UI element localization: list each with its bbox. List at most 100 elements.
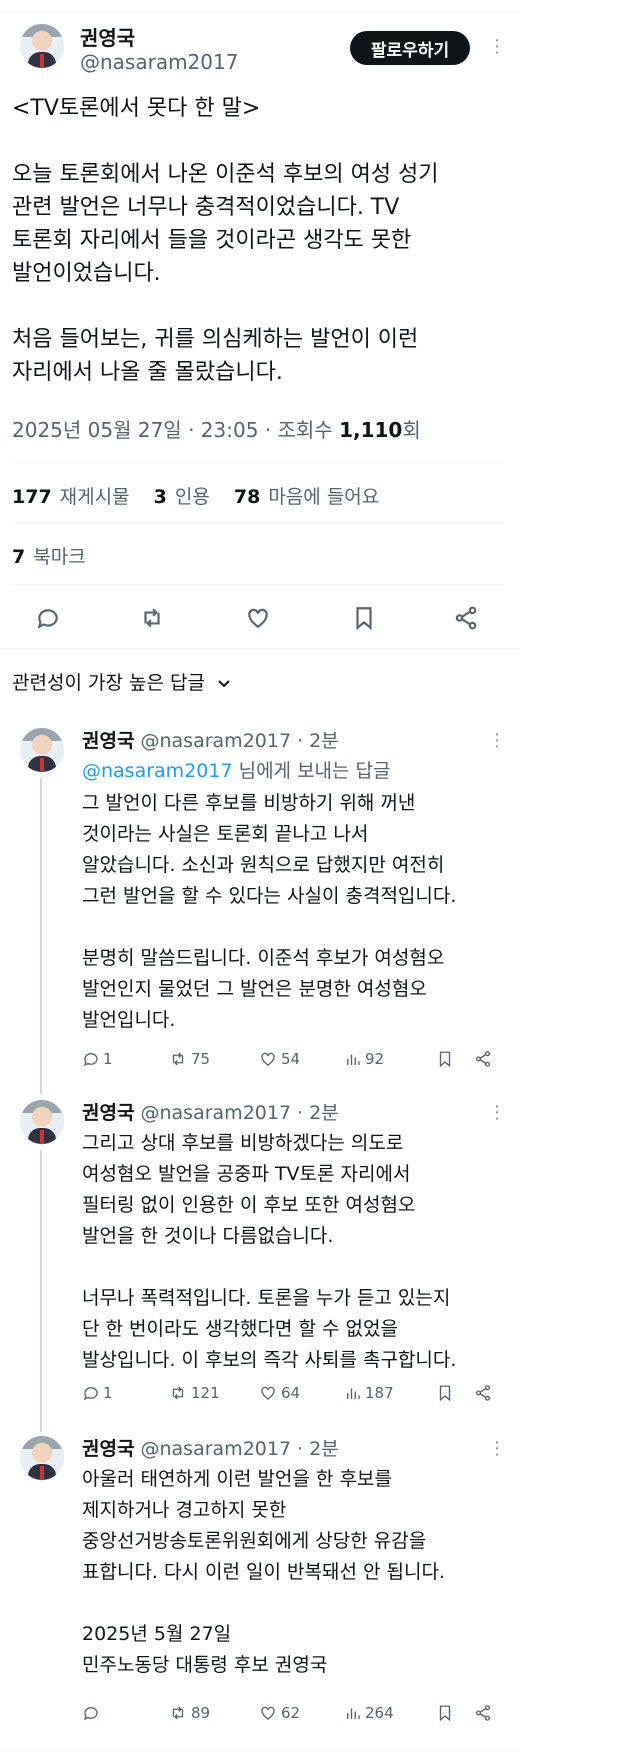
likes-count: 78 — [233, 486, 261, 508]
reply-text: 그 발언이 다른 후보를 비방하기 위해 꺼낸 것이라는 사실은 토론회 끝나고… — [82, 792, 457, 1031]
reply-author-name[interactable]: 권영국 — [82, 1438, 134, 1460]
replying-to: @nasaram2017 님에게 보내는 답글 — [82, 756, 391, 783]
thread-connector — [40, 778, 42, 1094]
views-count: 187 — [365, 1384, 394, 1402]
heart-icon[interactable] — [244, 604, 272, 632]
view-suffix: 회 — [402, 418, 421, 442]
divider — [12, 522, 504, 523]
retweets-stat[interactable]: 177 재게시물 — [12, 486, 130, 508]
reply-action[interactable] — [82, 1704, 103, 1722]
author-handle[interactable]: @nasaram2017 — [80, 50, 238, 74]
analytics-icon — [347, 1054, 360, 1065]
reply-icon[interactable] — [34, 604, 62, 632]
author-avatar[interactable] — [20, 24, 64, 68]
likes-label: 마음에 들어요 — [268, 486, 380, 508]
retweet-icon — [172, 1706, 184, 1720]
engagement-stats: 177 재게시물 3 인용 78 마음에 들어요 — [12, 482, 379, 509]
heart-icon — [261, 1706, 275, 1720]
quotes-count: 3 — [153, 486, 167, 508]
more-options-icon[interactable]: ⋮ — [488, 732, 506, 750]
retweet-icon — [172, 1052, 184, 1066]
view-count: 1,110 — [339, 418, 403, 442]
retweet-action[interactable]: 121 — [168, 1384, 220, 1402]
views-action[interactable]: 92 — [344, 1050, 384, 1068]
replying-to-link[interactable]: @nasaram2017 — [82, 760, 233, 782]
reply-avatar[interactable] — [20, 1100, 64, 1144]
top-divider — [0, 0, 520, 13]
reply-header: 권영국 @nasaram2017 · 2분 — [82, 726, 339, 753]
tweet-column: 권영국 @nasaram2017 팔로우하기 ⋮ <TV토론에서 못다 한 말>… — [0, 0, 520, 1758]
like-action[interactable]: 62 — [258, 1704, 300, 1722]
follow-button[interactable]: 팔로우하기 — [350, 31, 470, 65]
reply-action[interactable]: 1 — [82, 1384, 113, 1402]
reply-icon — [83, 1387, 98, 1401]
bookmark-icon[interactable] — [436, 1050, 454, 1068]
heart-icon — [261, 1386, 275, 1400]
reply-author-name[interactable]: 권영국 — [82, 730, 134, 752]
more-options-icon[interactable]: ⋮ — [488, 1104, 506, 1122]
reply-handle-time[interactable]: @nasaram2017 · 2분 — [141, 730, 339, 752]
analytics-icon — [347, 1388, 360, 1399]
reply-text: 아울러 태연하게 이런 발언을 한 후보를 제지하거나 경고하지 못한 중앙선거… — [82, 1468, 445, 1676]
likes-stat[interactable]: 78 마음에 들어요 — [234, 486, 379, 508]
bookmark-icon[interactable] — [436, 1704, 454, 1722]
views-count: 92 — [365, 1050, 385, 1068]
retweet-action[interactable]: 75 — [168, 1050, 210, 1068]
retweet-action[interactable]: 89 — [168, 1704, 210, 1722]
retweets-count: 177 — [12, 486, 52, 508]
reply-action[interactable]: 1 — [82, 1050, 113, 1068]
share-icon[interactable] — [452, 604, 480, 632]
bookmarks-stat[interactable]: 7 북마크 — [12, 542, 86, 569]
author-name[interactable]: 권영국 — [80, 22, 135, 51]
retweet-icon[interactable] — [138, 604, 166, 632]
views-count: 264 — [365, 1704, 394, 1722]
thread-connector — [40, 1150, 42, 1432]
reply-handle-time[interactable]: @nasaram2017 · 2분 — [141, 1438, 339, 1460]
reply-count: 1 — [103, 1050, 113, 1068]
retweet-icon — [172, 1386, 184, 1400]
quotes-stat[interactable]: 3 인용 — [154, 486, 210, 508]
like-action[interactable]: 64 — [258, 1384, 300, 1402]
retweet-count: 75 — [191, 1050, 211, 1068]
divider — [12, 584, 504, 585]
reply-text: 그리고 상대 후보를 비방하겠다는 의도로 여성혐오 발언을 공중파 TV토론 … — [82, 1132, 457, 1371]
bookmark-icon[interactable] — [350, 604, 378, 632]
reply-sort-dropdown[interactable]: 관련성이 가장 높은 답글 — [12, 668, 231, 695]
share-icon[interactable] — [474, 1050, 492, 1068]
bookmarks-label: 북마크 — [33, 546, 86, 568]
heart-icon — [261, 1052, 275, 1066]
quotes-label: 인용 — [174, 486, 210, 508]
reply-author-name[interactable]: 권영국 — [82, 1102, 134, 1124]
chevron-down-icon — [217, 672, 231, 694]
more-options-icon[interactable]: ⋮ — [488, 1440, 506, 1458]
more-options-icon[interactable]: ⋮ — [488, 38, 506, 56]
views-action[interactable]: 264 — [344, 1704, 394, 1722]
tweet-text: <TV토론에서 못다 한 말> 오늘 토론회에서 나온 이준석 후보의 여성 성… — [12, 96, 439, 385]
tweet-timestamp[interactable]: 2025년 05월 27일 · 23:05 · 조회수 — [12, 418, 333, 442]
retweet-count: 121 — [191, 1384, 220, 1402]
bottom-divider — [0, 1750, 520, 1751]
share-icon[interactable] — [474, 1704, 492, 1722]
views-action[interactable]: 187 — [344, 1384, 394, 1402]
divider — [12, 462, 504, 463]
reply-handle-time[interactable]: @nasaram2017 · 2분 — [141, 1102, 339, 1124]
like-count: 64 — [281, 1384, 301, 1402]
analytics-icon — [347, 1708, 360, 1719]
divider — [0, 648, 520, 649]
bookmarks-count: 7 — [12, 546, 26, 568]
share-icon[interactable] — [474, 1384, 492, 1402]
like-count: 54 — [281, 1050, 301, 1068]
reply-icon — [83, 1053, 98, 1067]
like-count: 62 — [281, 1704, 301, 1722]
bookmark-icon[interactable] — [436, 1384, 454, 1402]
replying-to-suffix: 님에게 보내는 답글 — [232, 760, 391, 782]
like-action[interactable]: 54 — [258, 1050, 300, 1068]
reply-header: 권영국 @nasaram2017 · 2분 — [82, 1098, 339, 1125]
retweet-count: 89 — [191, 1704, 211, 1722]
reply-avatar[interactable] — [20, 1436, 64, 1480]
tweet-meta: 2025년 05월 27일 · 23:05 · 조회수 1,110회 — [12, 414, 421, 443]
reply-count: 1 — [103, 1384, 113, 1402]
reply-avatar[interactable] — [20, 728, 64, 772]
reply-header: 권영국 @nasaram2017 · 2분 — [82, 1434, 339, 1461]
reply-icon — [83, 1707, 98, 1721]
